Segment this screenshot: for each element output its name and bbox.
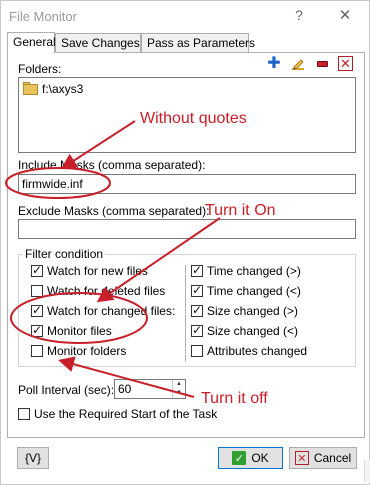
- help-button[interactable]: ?: [291, 7, 307, 23]
- checkbox-label: Use the Required Start of the Task: [34, 407, 218, 421]
- attributes-changed-checkbox[interactable]: Attributes changed: [191, 344, 307, 358]
- watch-deleted-files-checkbox[interactable]: Watch for deleted files: [31, 284, 165, 298]
- checkbox-label: Monitor folders: [47, 344, 127, 358]
- remove-folder-button[interactable]: [314, 56, 330, 72]
- watch-new-files-checkbox[interactable]: Watch for new files: [31, 263, 148, 278]
- minus-icon: [316, 61, 328, 67]
- checkbox-checked[interactable]: [191, 263, 203, 277]
- edit-folder-button[interactable]: [290, 56, 306, 72]
- cancel-button-label: Cancel: [313, 451, 352, 465]
- checkbox-checked[interactable]: [31, 323, 43, 337]
- watch-changed-files-checkbox[interactable]: Watch for changed files:: [31, 303, 176, 318]
- folders-label: Folders:: [18, 62, 62, 76]
- spinner-arrows[interactable]: ▲ ▼: [172, 380, 185, 398]
- checkbox-checked[interactable]: [31, 263, 43, 277]
- checkbox-label: Time changed (<): [207, 284, 301, 298]
- window-title: File Monitor: [9, 9, 77, 24]
- checkbox-unchecked[interactable]: [31, 345, 43, 357]
- variables-button-label: {V}: [24, 451, 42, 465]
- include-masks-label: Include Masks (comma separated):: [18, 158, 206, 172]
- checkbox-label: Size changed (>): [207, 304, 299, 318]
- close-button[interactable]: ✕: [337, 6, 353, 24]
- file-monitor-dialog: File Monitor ? ✕ General Save Changes Pa…: [0, 0, 370, 485]
- x-icon: ✕: [294, 451, 309, 465]
- cancel-button[interactable]: ✕ Cancel: [289, 447, 357, 469]
- required-start-checkbox[interactable]: Use the Required Start of the Task: [18, 407, 217, 421]
- annotation-without-quotes: Without quotes: [140, 110, 247, 127]
- checkbox-label: Time changed (>): [207, 264, 301, 278]
- spin-up-icon[interactable]: ▲: [173, 380, 185, 389]
- check-icon: ✓: [232, 451, 247, 465]
- checkbox-unchecked[interactable]: [191, 345, 203, 357]
- variables-button[interactable]: {V}: [17, 447, 49, 469]
- tab-general[interactable]: General: [7, 32, 56, 53]
- checkbox-checked[interactable]: [31, 303, 43, 317]
- list-item[interactable]: f:\axys3: [23, 82, 83, 96]
- checkbox-unchecked[interactable]: [18, 408, 30, 420]
- checkbox-label: Watch for deleted files: [47, 284, 166, 298]
- folder-icon: [23, 82, 39, 95]
- delete-folder-button[interactable]: ✕: [338, 56, 353, 71]
- time-changed-gt-checkbox[interactable]: Time changed (>): [191, 263, 301, 278]
- plus-icon: ✚: [267, 55, 281, 72]
- annotation-turn-off: Turn it off: [201, 390, 268, 407]
- add-folder-button[interactable]: ✚: [266, 56, 282, 72]
- filter-divider: [185, 265, 186, 361]
- ok-button[interactable]: ✓ OK: [218, 447, 283, 469]
- monitor-folders-checkbox[interactable]: Monitor folders: [31, 344, 126, 358]
- pencil-icon: [292, 59, 304, 70]
- monitor-files-checkbox[interactable]: Monitor files: [31, 323, 112, 338]
- time-changed-lt-checkbox[interactable]: Time changed (<): [191, 283, 301, 298]
- tab-save-changes[interactable]: Save Changes: [55, 33, 141, 52]
- title-bar: File Monitor ? ✕: [1, 1, 369, 31]
- poll-interval-spinner[interactable]: 60 ▲ ▼: [114, 379, 186, 399]
- spin-down-icon[interactable]: ▼: [173, 389, 185, 398]
- checkbox-label: Size changed (<): [207, 324, 299, 338]
- filter-condition-title: Filter condition: [23, 247, 106, 261]
- checkbox-label: Watch for changed files:: [47, 304, 176, 318]
- ok-button-label: OK: [251, 451, 269, 465]
- folder-path: f:\axys3: [42, 82, 84, 96]
- background-window-edge: [364, 460, 370, 482]
- poll-interval-value[interactable]: 60: [118, 382, 131, 396]
- size-changed-gt-checkbox[interactable]: Size changed (>): [191, 303, 299, 318]
- checkbox-checked[interactable]: [191, 283, 203, 297]
- annotation-turn-on: Turn it On: [205, 202, 276, 219]
- checkbox-checked[interactable]: [191, 303, 203, 317]
- exclude-masks-input[interactable]: [18, 219, 356, 239]
- checkbox-label: Attributes changed: [207, 344, 308, 358]
- checkbox-label: Watch for new files: [47, 264, 148, 278]
- checkbox-checked[interactable]: [191, 323, 203, 337]
- checkbox-unchecked[interactable]: [31, 285, 43, 297]
- exclude-masks-label: Exclude Masks (comma separated):: [18, 204, 210, 218]
- x-icon: ✕: [340, 56, 351, 71]
- include-masks-input[interactable]: firmwide.inf: [18, 174, 356, 194]
- checkbox-label: Monitor files: [47, 324, 112, 338]
- poll-interval-label: Poll Interval (sec):: [18, 383, 115, 397]
- tab-pass-as-parameters[interactable]: Pass as Parameters: [141, 33, 255, 52]
- size-changed-lt-checkbox[interactable]: Size changed (<): [191, 323, 299, 338]
